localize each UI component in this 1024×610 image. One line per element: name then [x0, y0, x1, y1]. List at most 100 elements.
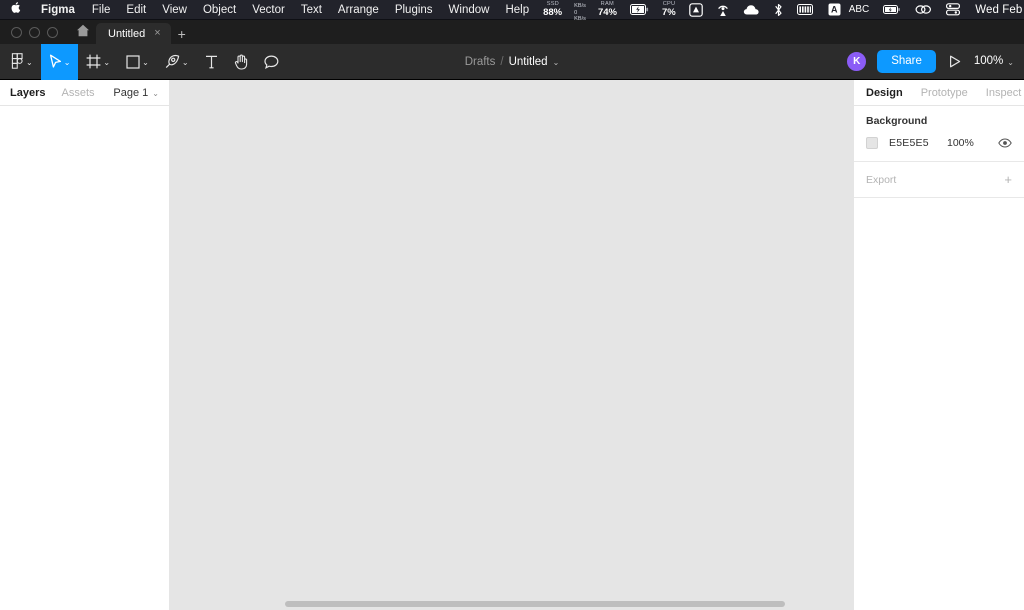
window-maximize-button[interactable]: [47, 27, 58, 38]
export-section-title: Export: [866, 174, 896, 186]
layers-list[interactable]: [0, 106, 169, 609]
cpu-value: 7%: [662, 8, 676, 18]
background-color-row: E5E5E5 100%: [866, 137, 1012, 149]
menu-item-file[interactable]: File: [84, 0, 119, 19]
right-sidebar: Design Prototype Inspect Background E5E5…: [853, 80, 1024, 610]
background-opacity-value[interactable]: 100%: [947, 137, 987, 149]
add-export-button[interactable]: +: [1004, 173, 1012, 186]
battery-charging-small-icon[interactable]: [883, 4, 901, 15]
svg-text:A: A: [831, 5, 838, 15]
canvas-horizontal-scrollbar[interactable]: [285, 601, 785, 607]
tab-label: Untitled: [108, 28, 145, 40]
cpu-label: CPU: [663, 1, 676, 7]
window-traffic-lights: [0, 27, 70, 44]
menubar-menus: Figma File Edit View Object Vector Text …: [0, 0, 537, 19]
tab-layers[interactable]: Layers: [10, 87, 45, 99]
right-panel-tabs: Design Prototype Inspect: [854, 80, 1024, 106]
cpu-stat[interactable]: CPU 7%: [662, 2, 676, 18]
clock-date: Wed Feb 23: [975, 4, 1024, 16]
control-center-icon[interactable]: [946, 3, 960, 16]
toolbar-actions: K Share 100% ⌄: [846, 50, 1024, 74]
background-hex-value[interactable]: E5E5E5: [889, 137, 945, 149]
play-icon[interactable]: [946, 55, 964, 68]
breadcrumb-document-name[interactable]: Untitled: [509, 56, 548, 68]
chevron-down-icon[interactable]: ⌄: [1007, 58, 1014, 67]
menu-item-plugins[interactable]: Plugins: [387, 0, 441, 19]
battery-bar-icon[interactable]: [797, 4, 814, 15]
macos-menubar: Figma File Edit View Object Vector Text …: [0, 0, 1024, 20]
chevron-down-icon[interactable]: ⌄: [103, 58, 110, 67]
chevron-down-icon[interactable]: ⌄: [553, 58, 560, 67]
breadcrumb-separator: /: [500, 56, 503, 68]
figma-menu-tool[interactable]: ⌄: [3, 44, 41, 80]
page-name-label: Page 1: [113, 87, 148, 99]
ssd-value: 88%: [543, 8, 562, 18]
chevron-down-icon[interactable]: ⌄: [64, 58, 71, 67]
figma-toolbar: ⌄ ⌄ ⌄ ⌄ ⌄: [0, 44, 1024, 80]
bluetooth-icon[interactable]: [774, 3, 783, 17]
menu-item-help[interactable]: Help: [497, 0, 537, 19]
text-tool[interactable]: [197, 44, 226, 80]
ssd-stat[interactable]: SSD 88%: [543, 2, 562, 18]
shape-tool[interactable]: ⌄: [118, 44, 157, 80]
page-selector[interactable]: Page 1 ⌄: [113, 87, 159, 99]
design-canvas[interactable]: ?: [170, 80, 853, 610]
airdrop-icon[interactable]: [717, 3, 729, 17]
color-swatch[interactable]: [866, 137, 878, 149]
frame-tool[interactable]: ⌄: [78, 44, 118, 80]
chevron-down-icon[interactable]: ⌄: [142, 58, 149, 67]
menubar-clock[interactable]: Wed Feb 2310:22:33: [975, 4, 1024, 16]
chevron-down-icon[interactable]: ⌄: [182, 58, 189, 67]
new-tab-button[interactable]: +: [171, 23, 193, 44]
menu-item-view[interactable]: View: [154, 0, 195, 19]
menu-item-vector[interactable]: Vector: [244, 0, 293, 19]
tab-assets[interactable]: Assets: [61, 87, 94, 99]
tab-prototype[interactable]: Prototype: [921, 87, 968, 99]
home-icon[interactable]: [70, 20, 96, 44]
window-minimize-button[interactable]: [29, 27, 40, 38]
background-section-title: Background: [866, 115, 1012, 127]
menu-item-figma[interactable]: Figma: [32, 0, 84, 19]
menu-item-edit[interactable]: Edit: [118, 0, 154, 19]
apple-logo-icon[interactable]: [0, 1, 32, 16]
zoom-level-label: 100%: [974, 55, 1003, 67]
export-section: Export +: [854, 162, 1024, 198]
menubar-status-area: SSD 88% 1 KB/s 0 KB/s RAM 74% CPU 7%: [537, 0, 1024, 19]
menu-item-arrange[interactable]: Arrange: [330, 0, 387, 19]
figma-tabbar: Untitled × +: [0, 20, 1024, 44]
ram-stat[interactable]: RAM 74%: [598, 2, 617, 18]
zoom-control[interactable]: 100% ⌄: [974, 55, 1014, 67]
breadcrumb-parent[interactable]: Drafts: [465, 56, 496, 68]
background-section: Background E5E5E5 100%: [854, 106, 1024, 162]
tab-inspect[interactable]: Inspect: [986, 87, 1021, 99]
input-source-icon[interactable]: A ABC: [828, 3, 870, 16]
avatar[interactable]: K: [846, 51, 867, 72]
window-close-button[interactable]: [11, 27, 22, 38]
link-icon[interactable]: [915, 4, 932, 15]
chevron-down-icon[interactable]: ⌄: [26, 58, 33, 67]
eye-icon[interactable]: [998, 138, 1012, 148]
menu-item-object[interactable]: Object: [195, 0, 244, 19]
ram-value: 74%: [598, 8, 617, 18]
menu-item-text[interactable]: Text: [293, 0, 330, 19]
comment-tool[interactable]: [256, 44, 287, 80]
pen-tool[interactable]: ⌄: [157, 44, 197, 80]
network-up: 1 KB/s: [574, 0, 586, 10]
breadcrumb: Drafts / Untitled ⌄: [382, 56, 642, 68]
ram-label: RAM: [601, 1, 614, 7]
chevron-down-icon: ⌄: [152, 89, 159, 98]
dropbox-icon[interactable]: [689, 3, 703, 17]
document-tab-untitled[interactable]: Untitled ×: [96, 23, 171, 44]
menu-item-window[interactable]: Window: [441, 0, 498, 19]
tool-group: ⌄ ⌄ ⌄ ⌄ ⌄: [0, 44, 287, 79]
tab-design[interactable]: Design: [866, 87, 903, 99]
hand-tool[interactable]: [226, 44, 256, 80]
close-icon[interactable]: ×: [152, 27, 162, 40]
cloud-icon[interactable]: [743, 4, 760, 16]
share-button[interactable]: Share: [877, 50, 936, 74]
battery-charging-icon[interactable]: [630, 4, 649, 15]
left-sidebar: Layers Assets Page 1 ⌄: [0, 80, 170, 610]
move-tool[interactable]: ⌄: [41, 44, 79, 80]
ssd-label: SSD: [546, 1, 558, 7]
left-panel-tabs: Layers Assets Page 1 ⌄: [0, 80, 169, 106]
